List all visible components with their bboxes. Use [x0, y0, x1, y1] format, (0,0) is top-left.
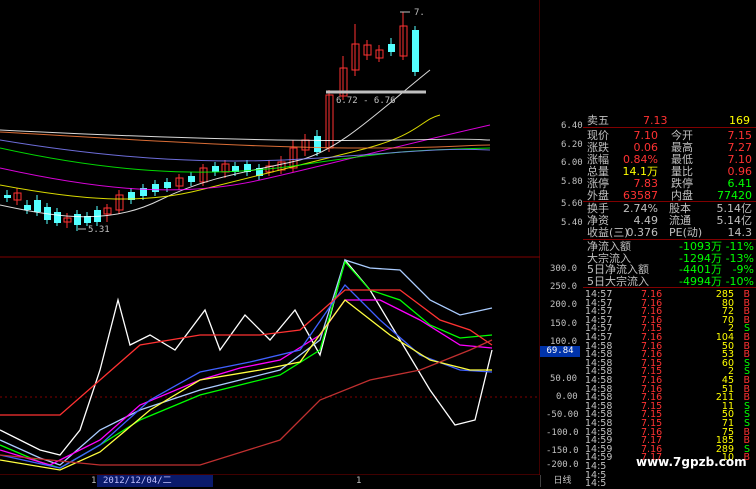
watermark-text: www.7gpzb.com [636, 455, 747, 469]
candle-body [74, 214, 81, 225]
tick-row: 14:5 [583, 478, 756, 489]
indicator-line [0, 283, 493, 469]
bottom-marker: 1 [91, 476, 97, 486]
range-annotation: 6.72 - 6.76 [336, 96, 396, 106]
sell5-row: 卖五 7.13 169 [583, 115, 756, 127]
price-label: 5.40 [561, 218, 583, 228]
quote-value: 0.376 [626, 226, 659, 239]
candle-body [212, 166, 219, 172]
candle-body [188, 176, 195, 182]
moving-average-line [0, 129, 491, 142]
quote-panel: 卖五 7.13 169 现价 7.10 今开 7.15 涨跌 0.06 最高 7.27 涨幅 0.… [583, 111, 756, 489]
indicator-label: 0.00 [556, 392, 578, 402]
candle-body [388, 44, 395, 52]
indicator-label: 300.0 [550, 264, 578, 274]
quote-label: PE(动) [669, 226, 703, 239]
current-value-badge: 69.84 [540, 346, 580, 357]
indicator-line [0, 299, 493, 466]
flow-label: 5日大宗流入 [587, 274, 649, 288]
quote-row: 收益(三) 0.376 PE(动) 14.3 [583, 227, 756, 239]
candle-body [164, 182, 171, 188]
price-label: 6.20 [561, 140, 583, 150]
price-label: 5.60 [561, 199, 583, 209]
indicator-label: 200.0 [550, 300, 578, 310]
divider [583, 287, 756, 288]
flow-value: -4994万 [679, 274, 722, 288]
tick-time: 14:5 [585, 478, 607, 489]
quote-label: 收益(三) [587, 226, 629, 239]
chart-area[interactable]: 6.72 - 6.76 7. 5.31 [0, 0, 540, 487]
indicator-label: 150.0 [550, 319, 578, 329]
high-annotation: 7. [414, 8, 425, 18]
quote-value: 14.3 [727, 226, 753, 239]
indicator-label: -50.00 [546, 410, 579, 420]
low-annotation: 5.31 [88, 225, 110, 235]
indicator-label: 250.0 [550, 282, 578, 292]
price-label: 6.00 [561, 158, 583, 168]
candle-body [412, 30, 419, 72]
indicator-label: -100.0 [546, 428, 579, 438]
indicator-label: 50.00 [550, 374, 578, 384]
candle-body [24, 205, 31, 210]
candle-body [4, 195, 11, 198]
candle-body [54, 212, 61, 223]
flow-pct: -10% [725, 274, 754, 288]
moving-average-line [0, 124, 491, 191]
price-label: 5.80 [561, 177, 583, 187]
flow-row: 5日大宗流入 -4994万 -10% [583, 274, 756, 288]
cursor-date: 2012/12/04/二 [97, 475, 213, 487]
bottom-marker: 1 [356, 476, 362, 486]
indicator-label: -200.0 [546, 460, 579, 470]
sell5-volume: 169 [729, 114, 750, 127]
indicator-label: -150.0 [546, 446, 579, 456]
candle-body [34, 200, 41, 212]
indicator-line [0, 258, 493, 456]
candle-body [314, 136, 321, 152]
sell5-price: 7.13 [643, 114, 668, 127]
sell5-label: 卖五 [587, 114, 609, 127]
indicator-line [0, 299, 492, 471]
divider [583, 127, 756, 128]
candle-body [152, 184, 159, 192]
price-label: 6.40 [561, 121, 583, 131]
kline-chart[interactable]: 6.72 - 6.76 7. 5.31 [0, 0, 540, 475]
period-tab[interactable]: 日线 [540, 475, 584, 487]
